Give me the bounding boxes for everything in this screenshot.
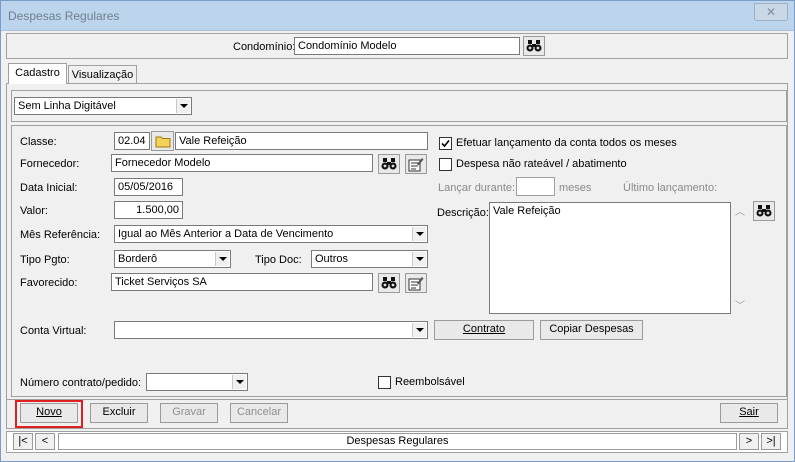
linha-digitavel-select[interactable]: Sem Linha Digitável bbox=[14, 97, 192, 115]
data-inicial-label: Data Inicial: bbox=[20, 182, 78, 194]
nav-next-button[interactable]: > bbox=[739, 433, 759, 450]
nao-rateavel-label: Despesa não rateável / abatimento bbox=[456, 158, 627, 170]
binoculars-icon bbox=[381, 158, 397, 170]
window-title: Despesas Regulares bbox=[8, 9, 120, 23]
mes-referencia-label: Mês Referência: bbox=[20, 229, 101, 241]
sair-label: Sair bbox=[739, 406, 759, 418]
nav-first-button[interactable]: |< bbox=[13, 433, 33, 450]
tipo-pgto-value: Borderô bbox=[118, 253, 158, 265]
excluir-button[interactable]: Excluir bbox=[90, 403, 148, 423]
linha-digitavel-value: Sem Linha Digitável bbox=[18, 100, 116, 112]
novo-button[interactable]: Novo bbox=[20, 403, 78, 423]
copiar-despesas-button[interactable]: Copiar Despesas bbox=[540, 320, 643, 340]
folder-icon bbox=[155, 136, 170, 147]
edit-record-icon bbox=[408, 157, 424, 171]
tipo-doc-value: Outros bbox=[315, 253, 349, 265]
tab-visualizacao[interactable]: Visualização bbox=[68, 65, 137, 84]
contrato-button-label: Contrato bbox=[462, 323, 506, 335]
despesas-regulares-window: Despesas Regulares ✕ Condomínio: Condomí… bbox=[0, 0, 795, 462]
favorecido-search-button[interactable] bbox=[378, 273, 400, 293]
excluir-label: Excluir bbox=[102, 406, 136, 418]
sair-button[interactable]: Sair bbox=[720, 403, 778, 423]
scroll-up-icon[interactable]: ︿ bbox=[735, 203, 745, 218]
condominio-search-button[interactable] bbox=[523, 36, 545, 56]
chevron-down-icon[interactable] bbox=[412, 227, 426, 241]
cancelar-button[interactable]: Cancelar bbox=[230, 403, 288, 423]
checkmark-icon bbox=[441, 139, 450, 148]
gravar-button[interactable]: Gravar bbox=[160, 403, 218, 423]
chevron-down-icon[interactable] bbox=[232, 375, 246, 389]
condominio-field[interactable]: Condomínio Modelo bbox=[294, 37, 520, 55]
descricao-label: Descrição: bbox=[437, 207, 489, 219]
edit-record-icon bbox=[408, 276, 424, 290]
nao-rateavel-checkbox[interactable] bbox=[439, 158, 452, 171]
lancar-durante-field[interactable] bbox=[516, 177, 555, 196]
close-icon: ✕ bbox=[765, 5, 777, 19]
scroll-down-icon[interactable]: ﹀ bbox=[735, 297, 745, 312]
reembolsavel-label: Reembolsável bbox=[395, 376, 465, 388]
tipo-pgto-select[interactable]: Borderô bbox=[114, 250, 231, 268]
classe-desc-field[interactable]: Vale Refeição bbox=[175, 132, 428, 150]
copiar-despesas-label: Copiar Despesas bbox=[549, 323, 634, 335]
nav-last-button[interactable]: >| bbox=[761, 433, 781, 450]
ultimo-lancamento-label: Último lançamento: bbox=[623, 182, 718, 194]
novo-label: Novo bbox=[36, 406, 62, 418]
efetuar-label: Efetuar lançamento da conta todos os mes… bbox=[456, 137, 677, 149]
binoculars-icon bbox=[381, 277, 397, 289]
title-bar: Despesas Regulares ✕ bbox=[1, 1, 794, 31]
nav-label: Despesas Regulares bbox=[58, 433, 737, 450]
fornecedor-field[interactable]: Fornecedor Modelo bbox=[111, 154, 373, 172]
cancelar-label: Cancelar bbox=[236, 406, 282, 418]
fornecedor-label: Fornecedor: bbox=[20, 158, 80, 170]
mes-referencia-value: Igual ao Mês Anterior a Data de Vencimen… bbox=[118, 228, 334, 240]
tipo-doc-label: Tipo Doc: bbox=[255, 254, 302, 266]
numero-contrato-label: Número contrato/pedido: bbox=[20, 377, 142, 389]
lancar-durante-suffix: meses bbox=[559, 182, 592, 194]
efetuar-checkbox[interactable] bbox=[439, 137, 452, 150]
reembolsavel-checkbox[interactable] bbox=[378, 376, 391, 389]
linha-digitavel-group: Sem Linha Digitável bbox=[11, 90, 787, 122]
valor-field[interactable]: 1.500,00 bbox=[114, 201, 183, 219]
classe-folder-button[interactable] bbox=[151, 131, 174, 151]
tab-cadastro[interactable]: Cadastro bbox=[8, 63, 67, 84]
condominio-label: Condomínio: bbox=[233, 41, 296, 53]
tipo-doc-select[interactable]: Outros bbox=[311, 250, 428, 268]
classe-label: Classe: bbox=[20, 136, 57, 148]
descricao-textarea[interactable]: Vale Refeição bbox=[489, 202, 731, 314]
descricao-search-button[interactable] bbox=[753, 201, 775, 221]
chevron-down-icon[interactable] bbox=[176, 99, 190, 113]
fornecedor-search-button[interactable] bbox=[378, 154, 400, 174]
mes-referencia-select[interactable]: Igual ao Mês Anterior a Data de Vencimen… bbox=[114, 225, 428, 243]
chevron-down-icon[interactable] bbox=[412, 252, 426, 266]
conta-virtual-select[interactable] bbox=[114, 321, 428, 339]
favorecido-field[interactable]: Ticket Serviços SA bbox=[111, 273, 373, 291]
tipo-pgto-label: Tipo Pgto: bbox=[20, 254, 70, 266]
binoculars-icon bbox=[756, 205, 772, 217]
data-inicial-field[interactable]: 05/05/2016 bbox=[114, 178, 183, 196]
numero-contrato-select[interactable] bbox=[146, 373, 248, 391]
classe-code-field[interactable]: 02.04 bbox=[114, 132, 150, 150]
lancar-durante-label: Lançar durante: bbox=[438, 182, 516, 194]
fornecedor-edit-button[interactable] bbox=[405, 154, 427, 174]
binoculars-icon bbox=[526, 40, 542, 52]
chevron-down-icon[interactable] bbox=[412, 323, 426, 337]
close-button[interactable]: ✕ bbox=[754, 3, 788, 21]
favorecido-label: Favorecido: bbox=[20, 277, 78, 289]
favorecido-edit-button[interactable] bbox=[405, 273, 427, 293]
valor-label: Valor: bbox=[20, 205, 48, 217]
chevron-down-icon[interactable] bbox=[215, 252, 229, 266]
contrato-button[interactable]: Contrato bbox=[434, 320, 534, 340]
conta-virtual-label: Conta Virtual: bbox=[20, 325, 87, 337]
nav-prev-button[interactable]: < bbox=[35, 433, 55, 450]
gravar-label: Gravar bbox=[172, 406, 206, 418]
condominio-bar: Condomínio: Condomínio Modelo bbox=[6, 33, 788, 59]
